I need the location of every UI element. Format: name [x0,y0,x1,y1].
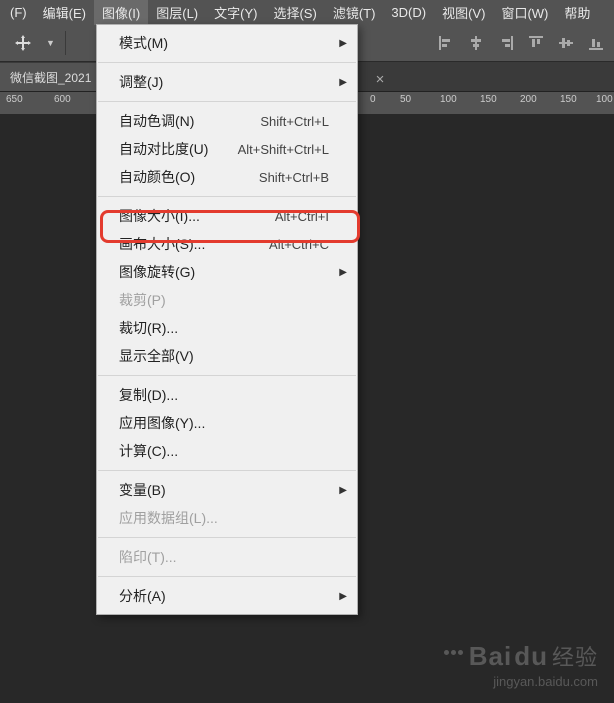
menu-variables[interactable]: 变量(B)▶ [97,476,357,504]
align-center-h-icon[interactable] [462,31,490,55]
menu-layer[interactable]: 图层(L) [148,0,206,25]
submenu-arrow-icon: ▶ [339,267,347,278]
align-bottom-icon[interactable] [582,31,610,55]
menu-mode[interactable]: 模式(M)▶ [97,29,357,57]
align-right-icon[interactable] [492,31,520,55]
menu-auto-tone[interactable]: 自动色调(N)Shift+Ctrl+L [97,107,357,135]
menu-reveal-all[interactable]: 显示全部(V) [97,342,357,370]
ruler-tick: 600 [54,94,71,105]
menu-apply-image[interactable]: 应用图像(Y)... [97,409,357,437]
ruler-tick: 100 [596,94,613,105]
submenu-arrow-icon: ▶ [339,77,347,88]
menu-separator [98,62,356,63]
menu-edit[interactable]: 编辑(E) [35,0,94,25]
menu-type[interactable]: 文字(Y) [206,0,265,25]
submenu-arrow-icon: ▶ [339,38,347,49]
menu-file[interactable]: (F) [2,2,35,23]
menu-image-rotation[interactable]: 图像旋转(G)▶ [97,258,357,286]
menu-image[interactable]: 图像(I) [94,0,148,25]
move-tool-icon[interactable] [6,29,40,57]
align-top-icon[interactable] [522,31,550,55]
ruler-tick: 100 [440,94,457,105]
menu-image-size[interactable]: 图像大小(I)...Alt+Ctrl+I [97,202,357,230]
submenu-arrow-icon: ▶ [339,485,347,496]
align-left-icon[interactable] [432,31,460,55]
ruler-tick: 0 [370,94,376,105]
menu-canvas-size[interactable]: 画布大小(S)...Alt+Ctrl+C [97,230,357,258]
document-tab-title: 微信截图_2021 [10,69,91,86]
menu-help[interactable]: 帮助 [556,0,598,25]
menu-apply-data-set: 应用数据组(L)... [97,504,357,532]
ruler-tick: 650 [6,94,23,105]
tab-close-button[interactable]: × [368,68,392,90]
menu-auto-contrast[interactable]: 自动对比度(U)Alt+Shift+Ctrl+L [97,135,357,163]
toolbar-separator [65,31,66,55]
ruler-tick: 200 [520,94,537,105]
image-menu-dropdown: 模式(M)▶ 调整(J)▶ 自动色调(N)Shift+Ctrl+L 自动对比度(… [96,24,358,615]
align-middle-icon[interactable] [552,31,580,55]
menu-view[interactable]: 视图(V) [434,0,493,25]
menu-3d[interactable]: 3D(D) [383,2,434,23]
menu-select[interactable]: 选择(S) [265,0,324,25]
menu-adjustments[interactable]: 调整(J)▶ [97,68,357,96]
ruler-tick: 150 [560,94,577,105]
menu-calculations[interactable]: 计算(C)... [97,437,357,465]
menu-trim[interactable]: 裁切(R)... [97,314,357,342]
watermark: Baidu 经验 jingyan.baidu.com [444,640,598,689]
menu-separator [98,196,356,197]
paw-icon [444,650,463,655]
menu-separator [98,576,356,577]
menu-analysis[interactable]: 分析(A)▶ [97,582,357,610]
menu-separator [98,375,356,376]
ruler-tick: 50 [400,94,411,105]
menu-filter[interactable]: 滤镜(T) [325,0,384,25]
menu-separator [98,537,356,538]
watermark-url: jingyan.baidu.com [444,674,598,689]
ruler-tick: 150 [480,94,497,105]
submenu-arrow-icon: ▶ [339,591,347,602]
menu-separator [98,101,356,102]
menu-auto-color[interactable]: 自动颜色(O)Shift+Ctrl+B [97,163,357,191]
document-tab[interactable]: 微信截图_2021 [0,63,102,91]
menu-crop: 裁剪(P) [97,286,357,314]
dropdown-caret-icon[interactable]: ▼ [46,38,55,48]
menu-window[interactable]: 窗口(W) [493,0,556,25]
menu-trap: 陷印(T)... [97,543,357,571]
menubar: (F) 编辑(E) 图像(I) 图层(L) 文字(Y) 选择(S) 滤镜(T) … [0,0,614,24]
menu-separator [98,470,356,471]
menu-duplicate[interactable]: 复制(D)... [97,381,357,409]
